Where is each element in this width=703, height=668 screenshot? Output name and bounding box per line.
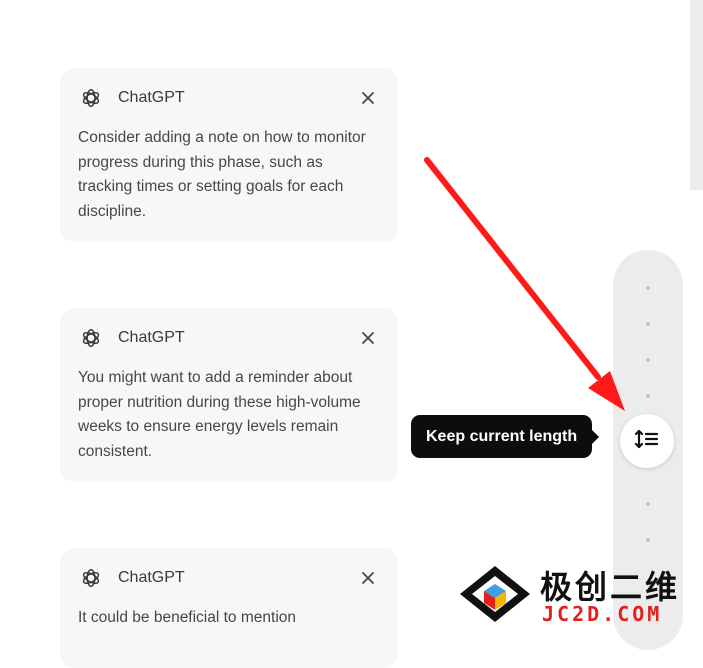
- slider-step-dot[interactable]: [646, 286, 650, 290]
- scrollbar[interactable]: [690, 0, 703, 190]
- slider-step-dot[interactable]: [646, 322, 650, 326]
- card-title: ChatGPT: [118, 329, 185, 346]
- close-icon[interactable]: [356, 566, 380, 590]
- slider-step-dot[interactable]: [646, 502, 650, 506]
- suggestion-card: ChatGPT You might want to add a reminder…: [60, 308, 398, 482]
- card-title: ChatGPT: [118, 89, 185, 106]
- chatgpt-logo-icon: [80, 87, 102, 109]
- card-body: Consider adding a note on how to monitor…: [78, 129, 366, 220]
- adjust-length-icon: [634, 428, 660, 455]
- card-body: It could be beneficial to mention: [78, 609, 296, 626]
- card-header: ChatGPT: [78, 324, 380, 352]
- length-tooltip: Keep current length: [411, 415, 600, 458]
- slider-step-dot[interactable]: [646, 394, 650, 398]
- close-icon[interactable]: [356, 326, 380, 350]
- watermark-logo-icon: [460, 566, 530, 622]
- watermark: 极创二维 JC2D.COM: [458, 560, 703, 628]
- card-header: ChatGPT: [78, 564, 380, 592]
- slider-step-dot[interactable]: [646, 538, 650, 542]
- chatgpt-logo-icon: [80, 327, 102, 349]
- card-header: ChatGPT: [78, 84, 380, 112]
- suggestion-card: ChatGPT Consider adding a note on how to…: [60, 68, 398, 242]
- slider-step-dot[interactable]: [646, 358, 650, 362]
- watermark-domain: JC2D.COM: [542, 602, 663, 626]
- close-icon[interactable]: [356, 86, 380, 110]
- suggestion-card: ChatGPT It could be beneficial to mentio…: [60, 548, 398, 668]
- adjust-length-button[interactable]: [620, 414, 674, 468]
- card-body: You might want to add a reminder about p…: [78, 369, 361, 460]
- chatgpt-logo-icon: [80, 567, 102, 589]
- card-title: ChatGPT: [118, 569, 185, 586]
